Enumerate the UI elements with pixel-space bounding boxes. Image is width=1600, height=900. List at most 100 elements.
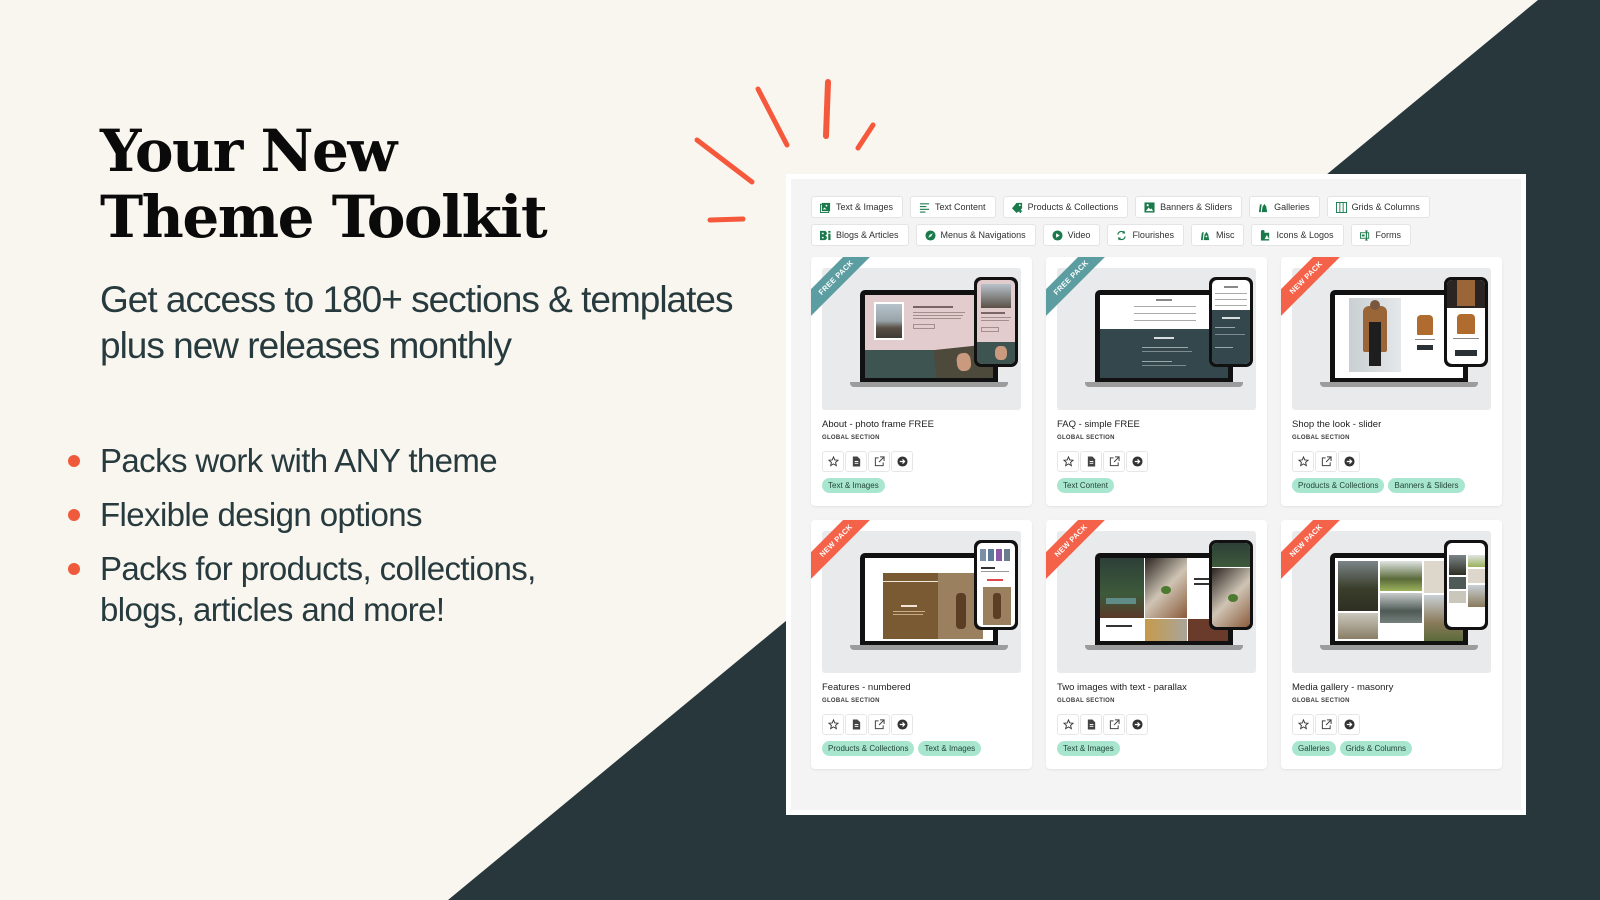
card-tags: Text & Images bbox=[1057, 741, 1256, 756]
filter-label: Forms bbox=[1375, 230, 1402, 240]
arrow-circle-right-icon bbox=[1131, 719, 1143, 730]
card-subtitle: GLOBAL SECTION bbox=[822, 698, 880, 704]
hero-title: Your New Theme Toolkit bbox=[100, 118, 548, 250]
bullet-dot-icon bbox=[68, 563, 80, 575]
section-card[interactable]: FREE PACK About - photo frame FREE GLOBA… bbox=[811, 257, 1032, 506]
filter-row-2: Blogs & Articles Menus & Navigations Vid… bbox=[811, 224, 1511, 246]
section-card[interactable]: FREE PACK FAQ - simple FREE GLOBAL SECTI… bbox=[1046, 257, 1267, 506]
preview-external-button[interactable] bbox=[1103, 714, 1125, 735]
star-icon bbox=[1297, 719, 1309, 730]
category-tag[interactable]: Text Content bbox=[1057, 478, 1114, 493]
document-icon bbox=[1087, 456, 1095, 467]
card-preview-image bbox=[1292, 531, 1491, 673]
filter-galleries[interactable]: Galleries bbox=[1249, 196, 1320, 218]
filter-label: Misc bbox=[1215, 230, 1235, 240]
bags-icon bbox=[1200, 231, 1210, 240]
category-tag[interactable]: Text & Images bbox=[1057, 741, 1120, 756]
favorite-button[interactable] bbox=[1057, 451, 1079, 472]
filter-forms[interactable]: Forms bbox=[1350, 224, 1411, 246]
favorite-button[interactable] bbox=[1292, 451, 1314, 472]
category-tag[interactable]: Galleries bbox=[1292, 741, 1336, 756]
arrow-circle-right-icon bbox=[1131, 456, 1143, 467]
card-preview-image bbox=[1057, 531, 1256, 673]
filter-flourishes[interactable]: Flourishes bbox=[1107, 224, 1184, 246]
favorite-button[interactable] bbox=[822, 451, 844, 472]
card-subtitle: GLOBAL SECTION bbox=[1292, 435, 1350, 441]
star-icon bbox=[827, 456, 839, 467]
preview-external-button[interactable] bbox=[868, 714, 890, 735]
install-button[interactable] bbox=[1126, 714, 1148, 735]
filter-grids-columns[interactable]: Grids & Columns bbox=[1326, 196, 1430, 218]
documentation-button[interactable] bbox=[845, 451, 867, 472]
preview-external-button[interactable] bbox=[1103, 451, 1125, 472]
card-actions bbox=[1292, 451, 1491, 472]
favorite-button[interactable] bbox=[1057, 714, 1079, 735]
arrow-circle-right-icon bbox=[1343, 456, 1355, 467]
arrow-circle-right-icon bbox=[896, 456, 908, 467]
card-title: About - photo frame FREE bbox=[822, 419, 934, 430]
feature-bullet-text: Packs for products, collections, blogs, … bbox=[100, 550, 536, 628]
bullet-dot-icon bbox=[68, 509, 80, 521]
filter-text-images[interactable]: Text & Images bbox=[811, 196, 904, 218]
form-icon bbox=[1359, 229, 1369, 241]
preview-external-button[interactable] bbox=[1315, 451, 1337, 472]
filter-text-content[interactable]: Text Content bbox=[910, 196, 996, 218]
shapes-icon bbox=[1261, 229, 1270, 241]
card-preview-image bbox=[1057, 268, 1256, 410]
card-tags: Products & Collections Text & Images bbox=[822, 741, 1021, 756]
card-actions bbox=[822, 714, 1021, 735]
card-preview-image bbox=[822, 268, 1021, 410]
card-title: FAQ - simple FREE bbox=[1057, 419, 1140, 430]
section-card[interactable]: NEW PACK Shop the look - slider GLOBAL S… bbox=[1281, 257, 1502, 506]
section-card[interactable]: NEW PACK Features - numbered GLOBAL SECT… bbox=[811, 520, 1032, 769]
favorite-button[interactable] bbox=[1292, 714, 1314, 735]
install-button[interactable] bbox=[1338, 714, 1360, 735]
filter-label: Text Content bbox=[935, 202, 986, 212]
play-icon bbox=[1052, 229, 1063, 241]
bullet-dot-icon bbox=[68, 455, 80, 467]
documentation-button[interactable] bbox=[1080, 451, 1102, 472]
category-tag[interactable]: Banners & Sliders bbox=[1388, 478, 1465, 493]
install-button[interactable] bbox=[891, 714, 913, 735]
section-library-content: Text & Images Text Content Products & Co… bbox=[791, 179, 1521, 810]
card-title: Shop the look - slider bbox=[1292, 419, 1382, 430]
install-button[interactable] bbox=[1126, 451, 1148, 472]
section-card[interactable]: NEW PACK Media gallery - masonry GLOBAL … bbox=[1281, 520, 1502, 769]
card-subtitle: GLOBAL SECTION bbox=[1057, 435, 1115, 441]
feature-bullet-text: Packs work with ANY theme bbox=[100, 442, 498, 479]
filter-label: Blogs & Articles bbox=[836, 230, 899, 240]
preview-external-button[interactable] bbox=[868, 451, 890, 472]
card-title: Features - numbered bbox=[822, 682, 911, 693]
category-tag[interactable]: Text & Images bbox=[918, 741, 982, 756]
section-library-panel: Text & Images Text Content Products & Co… bbox=[786, 174, 1526, 815]
card-actions bbox=[1292, 714, 1491, 735]
feature-bullet: Packs for products, collections, blogs, … bbox=[68, 548, 588, 630]
install-button[interactable] bbox=[891, 451, 913, 472]
section-card-grid: FREE PACK About - photo frame FREE GLOBA… bbox=[811, 257, 1502, 769]
arrow-circle-right-icon bbox=[1343, 719, 1355, 730]
documentation-button[interactable] bbox=[1080, 714, 1102, 735]
blog-icon bbox=[820, 230, 831, 240]
install-button[interactable] bbox=[1338, 451, 1360, 472]
category-tag[interactable]: Products & Collections bbox=[822, 741, 915, 756]
category-tag[interactable]: Products & Collections bbox=[1292, 478, 1385, 493]
image-icon bbox=[820, 202, 831, 213]
documentation-button[interactable] bbox=[845, 714, 867, 735]
filter-icons-logos[interactable]: Icons & Logos bbox=[1251, 224, 1344, 246]
category-tag[interactable]: Grids & Columns bbox=[1339, 741, 1413, 756]
document-icon bbox=[852, 456, 860, 467]
category-tag[interactable]: Text & Images bbox=[822, 478, 885, 493]
filter-products-collections[interactable]: Products & Collections bbox=[1002, 196, 1129, 218]
filter-blogs-articles[interactable]: Blogs & Articles bbox=[811, 224, 909, 246]
filter-banners-sliders[interactable]: Banners & Sliders bbox=[1135, 196, 1243, 218]
phone-mockup bbox=[974, 277, 1018, 367]
external-link-icon bbox=[874, 456, 885, 467]
filter-menus-navigations[interactable]: Menus & Navigations bbox=[915, 224, 1036, 246]
filter-misc[interactable]: Misc bbox=[1190, 224, 1245, 246]
filter-video[interactable]: Video bbox=[1042, 224, 1101, 246]
document-icon bbox=[852, 719, 860, 730]
filter-label: Flourishes bbox=[1132, 230, 1174, 240]
favorite-button[interactable] bbox=[822, 714, 844, 735]
section-card[interactable]: NEW PACK Two images with text - parallax… bbox=[1046, 520, 1267, 769]
preview-external-button[interactable] bbox=[1315, 714, 1337, 735]
